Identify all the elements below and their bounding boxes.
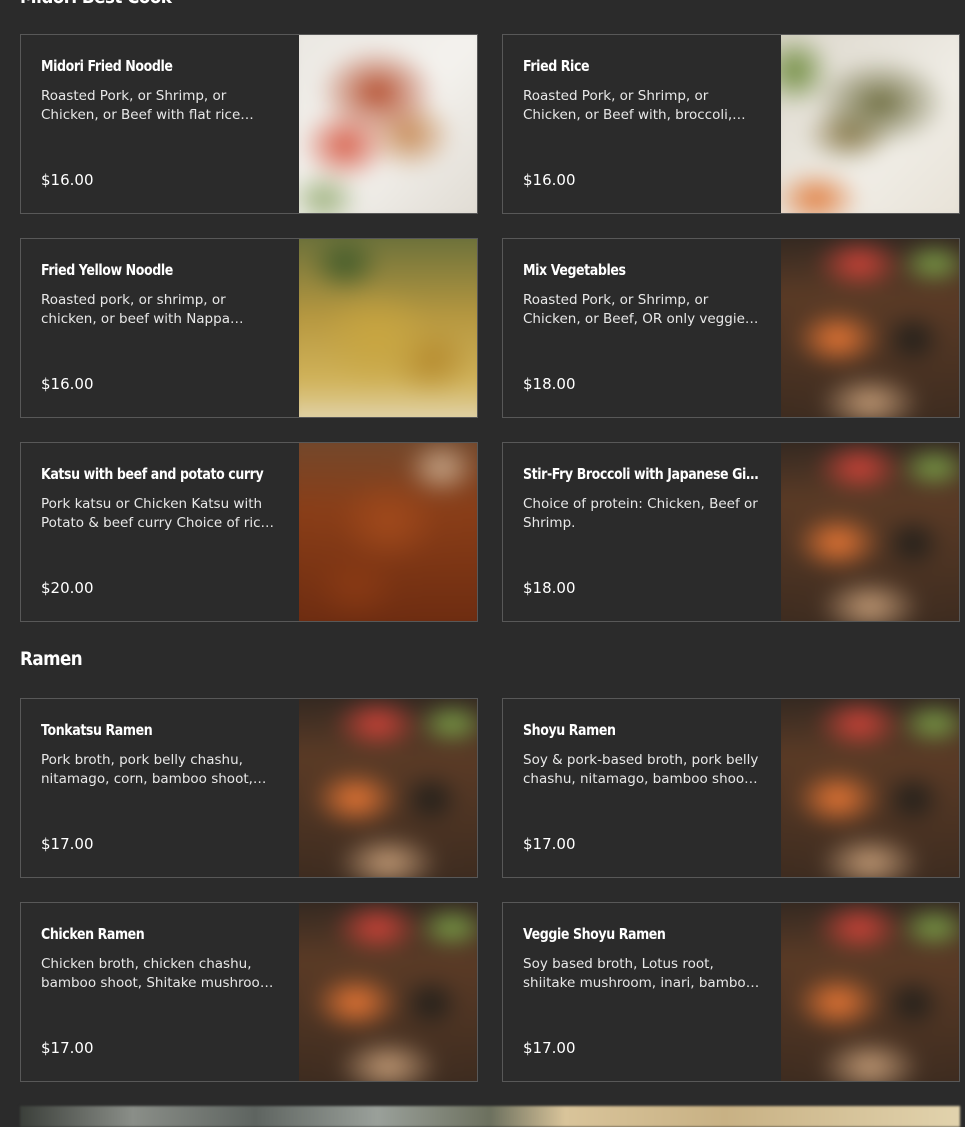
item-name: Veggie Shoyu Ramen [523, 925, 666, 943]
item-price: $17.00 [523, 1039, 576, 1057]
bottom-banner-image [20, 1106, 960, 1127]
item-description: Roasted Pork, or Shrimp, or Chicken, or … [523, 292, 752, 327]
menu-item-card[interactable]: Mix Vegetables Roasted Pork, or Shrimp, … [502, 238, 960, 418]
item-price: $16.00 [41, 375, 94, 393]
section-title-best-cook: Midori Best Cook [20, 0, 172, 8]
item-price: $17.00 [41, 835, 94, 853]
item-name: Fried Rice [523, 57, 590, 75]
item-name: Katsu with beef and potato curry [41, 465, 264, 483]
item-price: $18.00 [523, 579, 576, 597]
item-description: Pork katsu or Chicken Katsu with Potato … [41, 496, 269, 531]
item-description: Chicken broth, chicken chashu, bamboo sh… [41, 956, 278, 991]
item-description: Pork broth, pork belly chashu, nitamago,… [41, 752, 253, 787]
item-description: Choice of protein: Chicken, Beef or Shri… [523, 496, 758, 531]
item-photo [299, 903, 477, 1081]
item-price: $17.00 [41, 1039, 94, 1057]
item-description: Roasted pork, or shrimp, or chicken, or … [41, 292, 230, 327]
item-description: Soy & pork-based broth, pork belly chash… [523, 752, 759, 787]
item-photo [299, 239, 477, 417]
item-name: Midori Fried Noodle [41, 57, 173, 75]
item-photo [299, 443, 477, 621]
item-photo [781, 443, 959, 621]
menu-item-card[interactable]: Fried Yellow Noodle Roasted pork, or shr… [20, 238, 478, 418]
menu-item-card[interactable]: Shoyu Ramen Soy & pork-based broth, pork… [502, 698, 960, 878]
item-price: $17.00 [523, 835, 576, 853]
item-description: Roasted Pork, or Shrimp, or Chicken, or … [523, 88, 733, 123]
item-photo [299, 699, 477, 877]
item-photo [781, 903, 959, 1081]
menu-item-card[interactable]: Veggie Shoyu Ramen Soy based broth, Lotu… [502, 902, 960, 1082]
item-photo [299, 35, 477, 213]
item-photo [781, 699, 959, 877]
menu-item-card[interactable]: Katsu with beef and potato curry Pork ka… [20, 442, 478, 622]
item-price: $20.00 [41, 579, 94, 597]
section-title-ramen: Ramen [20, 648, 83, 670]
item-price: $16.00 [41, 171, 94, 189]
item-description: Roasted Pork, or Shrimp, or Chicken, or … [41, 88, 241, 123]
item-name: Chicken Ramen [41, 925, 145, 943]
menu-item-card[interactable]: Fried Rice Roasted Pork, or Shrimp, or C… [502, 34, 960, 214]
item-name: Stir-Fry Broccoli with Japanese Ginger S… [523, 465, 767, 483]
item-name: Fried Yellow Noodle [41, 261, 173, 279]
item-name: Tonkatsu Ramen [41, 721, 153, 739]
item-price: $16.00 [523, 171, 576, 189]
menu-item-card[interactable]: Tonkatsu Ramen Pork broth, pork belly ch… [20, 698, 478, 878]
item-photo [781, 35, 959, 213]
menu-item-card[interactable]: Midori Fried Noodle Roasted Pork, or Shr… [20, 34, 478, 214]
item-price: $18.00 [523, 375, 576, 393]
item-name: Mix Vegetables [523, 261, 626, 279]
menu-item-card[interactable]: Stir-Fry Broccoli with Japanese Ginger S… [502, 442, 960, 622]
item-photo [781, 239, 959, 417]
item-name: Shoyu Ramen [523, 721, 616, 739]
menu-item-card[interactable]: Chicken Ramen Chicken broth, chicken cha… [20, 902, 478, 1082]
item-description: Soy based broth, Lotus root, shiitake mu… [523, 956, 754, 991]
